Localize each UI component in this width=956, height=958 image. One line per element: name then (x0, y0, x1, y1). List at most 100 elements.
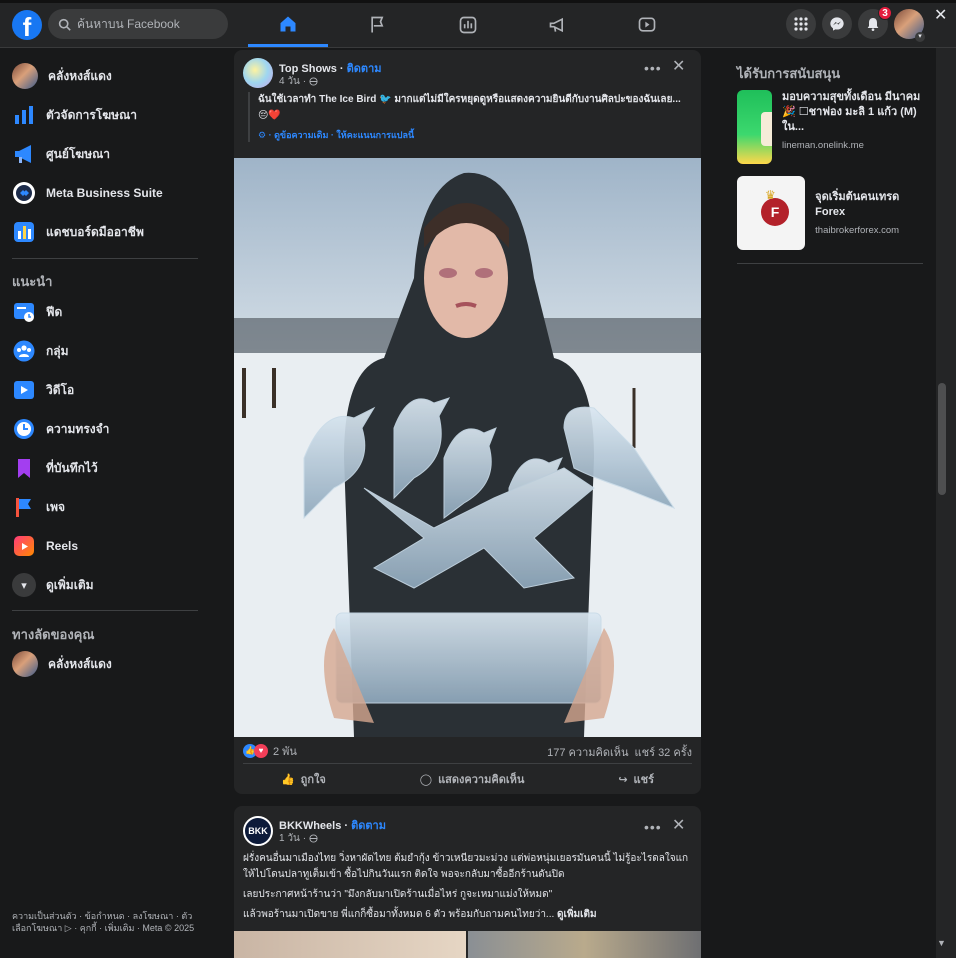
post-card: Top Shows · ติดตาม 4 วัน · ••• ✕ ฉันใช้เ… (234, 50, 701, 794)
page-avatar[interactable] (243, 58, 273, 88)
post-image[interactable] (234, 931, 466, 958)
ad-image[interactable]: F ♛ (737, 176, 806, 250)
comment-bubble-icon: ◯ (419, 773, 433, 786)
bookmark-icon (18, 459, 30, 478)
share-arrow-icon: ↪ (618, 773, 628, 786)
messenger-button[interactable] (822, 9, 852, 39)
bar-chart-icon (15, 106, 33, 124)
post-time[interactable]: 1 วัน (279, 831, 300, 846)
sidebar-item-memories[interactable]: ความทรงจำ (12, 414, 109, 444)
sidebar-item-label: คลั่งหงส์แดง (48, 68, 112, 83)
tab-pages[interactable] (338, 3, 418, 47)
translation-links[interactable]: ⚙ · ดูข้อความเดิม · ให้คะแนนการแปลนี้ (258, 128, 688, 142)
megaphone-icon (549, 17, 563, 33)
sidebar-item-pages[interactable]: เพจ (12, 492, 65, 522)
sponsored-heading: ได้รับการสนับสนุน (737, 66, 841, 81)
see-more-link[interactable]: ดูเพิ่มเติม (557, 909, 597, 920)
sidebar-item-ads-manager[interactable]: ตัวจัดการโฆษณา (12, 100, 137, 130)
page-avatar[interactable]: BKK (243, 816, 273, 846)
post-text: เลยประกาศหน้าร้านว่า "มึงกลับมาเปิดร้านเ… (243, 889, 553, 900)
sidebar-item-label: Meta Business Suite (46, 186, 163, 200)
ad-image[interactable] (737, 90, 772, 164)
sidebar-item-pro-dashboard[interactable]: แดชบอร์ดมืออาชีพ (12, 217, 144, 247)
post-text: ฉันใช้เวลาทำ The Ice Bird 🐦 มากแต่ไม่มีใ… (258, 94, 681, 121)
divider (12, 258, 198, 259)
avatar (12, 651, 38, 677)
sidebar-item-profile[interactable]: คลั่งหงส์แดง (12, 61, 112, 91)
scrollbar-thumb[interactable] (938, 383, 946, 495)
sidebar-item-shortcut[interactable]: คลั่งหงส์แดง (12, 649, 112, 679)
feed-clock-icon (14, 303, 34, 322)
post-image[interactable] (234, 158, 701, 737)
more-options-icon[interactable]: ••• (644, 819, 662, 835)
search-input[interactable] (77, 17, 217, 31)
meta-business-suite-icon (13, 182, 35, 204)
engagement-counts: 177 ความคิดเห็น แชร์ 32 ครั้ง (547, 743, 692, 761)
forex-logo-icon: F (761, 198, 789, 226)
follow-button[interactable]: ติดตาม (351, 820, 386, 832)
sidebar-item-label: ความทรงจำ (46, 421, 110, 436)
video-play-icon (638, 17, 656, 32)
reactions-summary[interactable]: 👍 ♥ 2 พัน (243, 742, 297, 760)
dashboard-icon (14, 222, 34, 242)
comments-count[interactable]: 177 ความคิดเห็น (547, 743, 628, 761)
sidebar-item-reels[interactable]: Reels (12, 531, 78, 561)
video-icon (14, 381, 34, 399)
close-icon[interactable]: ✕ (672, 815, 685, 835)
reaction-count: 2 พัน (273, 746, 297, 758)
notifications-button[interactable]: 3 (858, 6, 892, 39)
sidebar-item-label: กลุ่ม (46, 343, 69, 358)
sidebar-item-feed[interactable]: ฟีด (12, 297, 62, 327)
sidebar-item-see-more[interactable]: ▾ ดูเพิ่มเติม (12, 570, 94, 600)
bell-icon (867, 18, 879, 31)
ad-title: จุดเริ่มต้นคนเทรด Forex (815, 191, 900, 218)
chevron-down-icon: ▾ (21, 579, 27, 592)
sidebar-item-video[interactable]: วิดีโอ (12, 375, 74, 405)
close-icon[interactable]: ✕ (672, 56, 685, 76)
like-button[interactable]: 👍 ถูกใจ (281, 770, 326, 788)
sidebar-item-label: เพจ (46, 499, 66, 514)
sidebar-item-ad-center[interactable]: ศูนย์โฆษณา (12, 139, 110, 169)
shortcuts-heading: ทางลัดของคุณ (12, 627, 95, 642)
sidebar-item-meta-business-suite[interactable]: Meta Business Suite (12, 178, 163, 208)
tab-home[interactable] (248, 3, 328, 47)
shares-count[interactable]: แชร์ 32 ครั้ง (635, 743, 692, 761)
love-reaction-icon: ♥ (254, 744, 268, 758)
ad-url: lineman.onelink.me (782, 140, 864, 151)
tab-advertise[interactable] (518, 3, 598, 47)
facebook-logo-icon[interactable]: f (12, 10, 42, 40)
more-options-icon[interactable]: ••• (644, 60, 662, 76)
comment-button[interactable]: ◯ แสดงความคิดเห็น (420, 770, 525, 788)
tab-insights[interactable] (428, 3, 508, 47)
post-actions: 👍 ถูกใจ ◯ แสดงความคิดเห็น ↪ แชร์ (234, 764, 701, 794)
footer-links[interactable]: ความเป็นส่วนตัว · ข้อกำหนด · ลงโฆษณา · ต… (12, 910, 197, 934)
thumbs-up-icon: 👍 (280, 773, 295, 786)
menu-button[interactable] (786, 9, 816, 39)
sidebar-item-label: ดูเพิ่มเติม (46, 577, 94, 592)
post-time[interactable]: 4 วัน (279, 74, 300, 89)
grid-menu-icon (794, 17, 808, 31)
sponsored-ad[interactable]: F ♛ จุดเริ่มต้นคนเทรด Forex thaibrokerfo… (737, 176, 923, 252)
chevron-down-icon[interactable]: ▾ (915, 32, 925, 42)
sidebar-item-label: Reels (46, 539, 79, 553)
sidebar-item-label: ฟีด (46, 304, 63, 319)
ad-title: มอบความสุขทั้งเดือน มีนาคม🎉 ☐ชาฟอง มะลิ … (782, 91, 921, 133)
sidebar-item-label: วิดีโอ (46, 382, 75, 397)
window-close-icon[interactable]: ✕ (934, 5, 947, 25)
sidebar-item-groups[interactable]: กลุ่ม (12, 336, 69, 366)
tab-video[interactable] (607, 3, 687, 47)
sidebar-item-saved[interactable]: ที่บันทึกไว้ (12, 453, 98, 483)
search-box[interactable] (48, 9, 228, 39)
crown-icon: ♛ (765, 188, 776, 202)
flag-icon (371, 16, 384, 33)
sidebar-item-label: ตัวจัดการโฆษณา (46, 107, 137, 122)
follow-button[interactable]: ติดตาม (347, 63, 382, 75)
scroll-down-arrow-icon[interactable]: ▼ (937, 938, 946, 948)
insights-chart-icon (459, 16, 477, 34)
share-button[interactable]: ↪ แชร์ (618, 770, 654, 788)
sidebar-item-label: คลั่งหงส์แดง (48, 656, 112, 671)
post-image[interactable] (468, 931, 701, 958)
sidebar-item-label: ที่บันทึกไว้ (46, 460, 98, 475)
scrollbar[interactable] (936, 48, 956, 958)
sponsored-ad[interactable]: มอบความสุขทั้งเดือน มีนาคม🎉 ☐ชาฟอง มะลิ … (737, 90, 923, 166)
